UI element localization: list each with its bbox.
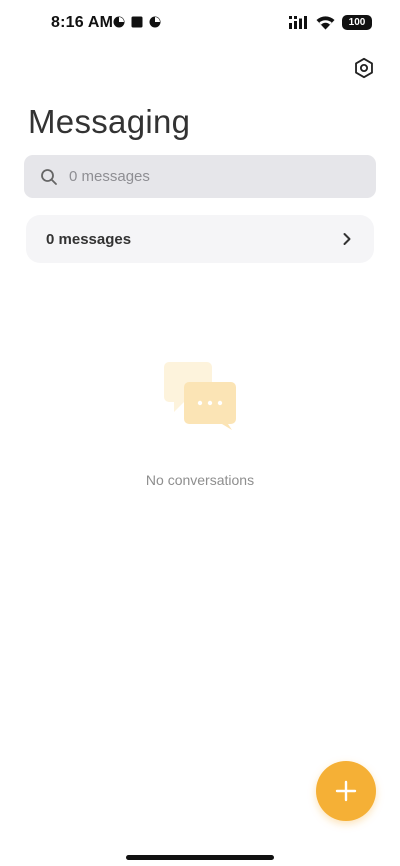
chat-bubbles-icon — [164, 362, 236, 430]
status-bar: 8:16 AM 100 — [0, 0, 400, 44]
notification-icon — [113, 16, 125, 28]
battery-icon: 100 — [342, 15, 372, 30]
page-title: Messaging — [28, 103, 191, 140]
plus-icon — [335, 780, 357, 802]
search-bar[interactable] — [24, 155, 376, 198]
new-conversation-button[interactable] — [316, 761, 376, 821]
empty-state: No conversations — [0, 360, 400, 488]
stop-icon — [131, 16, 143, 28]
wifi-icon — [316, 15, 335, 29]
chevron-right-icon — [343, 233, 351, 245]
messages-card[interactable]: 0 messages — [26, 215, 374, 263]
messages-card-label: 0 messages — [46, 230, 132, 248]
status-time: 8:16 AM — [51, 14, 114, 31]
battery-level: 100 — [348, 17, 366, 28]
empty-state-text: No conversations — [145, 472, 255, 488]
search-input[interactable] — [69, 168, 329, 185]
settings-icon — [355, 57, 373, 79]
status-notification-icons — [113, 16, 161, 28]
settings-button[interactable] — [351, 55, 377, 81]
notification-icon — [149, 16, 161, 28]
signal-icon — [289, 16, 307, 29]
status-right-icons: 100 — [289, 15, 372, 30]
home-indicator[interactable] — [126, 855, 274, 860]
search-icon — [41, 168, 57, 185]
